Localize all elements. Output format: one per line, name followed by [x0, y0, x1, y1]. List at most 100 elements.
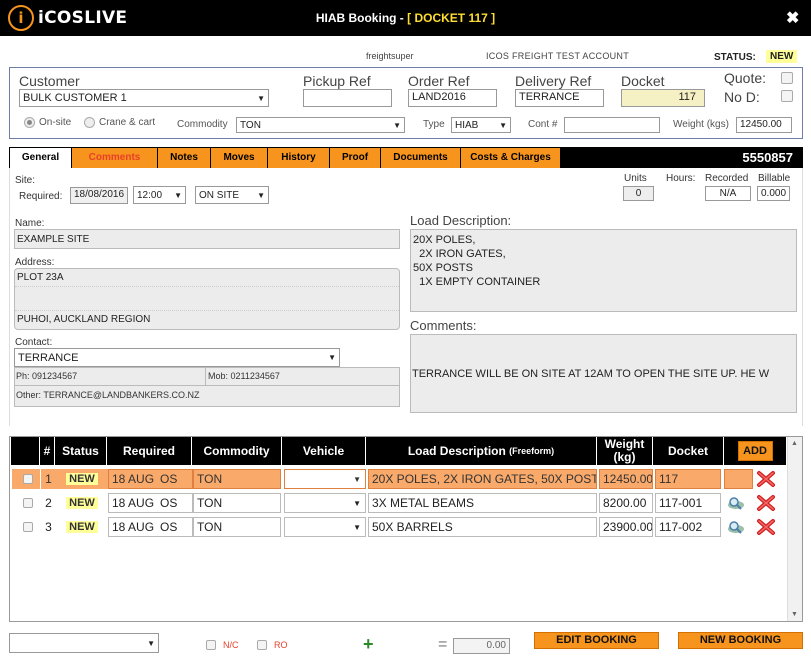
tab-proof[interactable]: Proof	[330, 148, 381, 168]
comments-label: Comments:	[410, 318, 477, 333]
load-description-label: Load Description:	[410, 213, 512, 228]
order-ref-input[interactable]: LAND2016	[408, 89, 497, 107]
ro-label: RO	[274, 640, 288, 650]
pickup-ref-input[interactable]	[303, 89, 392, 107]
onsite-option[interactable]: On-site	[24, 117, 71, 128]
delete-icon[interactable]	[756, 518, 776, 536]
delete-icon[interactable]	[756, 494, 776, 512]
other-row: Other: TERRANCE@LANDBANKERS.CO.NZ	[16, 390, 200, 400]
close-icon[interactable]: ✖	[786, 8, 799, 28]
mob-value[interactable]: 0211234567	[231, 371, 280, 381]
tab-costs-charges[interactable]: Costs & Charges	[461, 148, 561, 168]
cell-vehicle[interactable]: ▼	[284, 469, 366, 489]
comments-textarea[interactable]: TERRANCE WILL BE ON SITE AT 12AM TO OPEN…	[410, 334, 797, 413]
cell-weight: 8200.00	[599, 493, 653, 513]
cell-vehicle[interactable]: ▼	[284, 493, 366, 513]
tab-history[interactable]: History	[268, 148, 330, 168]
billable-value[interactable]: 0.000	[757, 186, 790, 201]
weight-label: Weight (kgs)	[673, 119, 729, 130]
chevron-down-icon: ▼	[174, 190, 182, 200]
cell-weight: 23900.00	[599, 517, 653, 537]
table-row[interactable]: 2 NEW 18 AUG OS TON ▼ 3X METAL BEAMS 8200.00 117…	[11, 491, 785, 515]
magnify-icon[interactable]	[727, 519, 745, 535]
row-checkbox[interactable]	[22, 522, 33, 532]
cell-status: NEW	[56, 469, 108, 489]
cranecart-option[interactable]: Crane & cart	[84, 117, 155, 128]
cranecart-radio[interactable]	[84, 117, 95, 128]
cell-commodity: TON	[193, 517, 281, 537]
units-label: Units	[624, 173, 647, 184]
tab-comments[interactable]: Comments	[72, 148, 158, 168]
cell-weight: 12450.00	[599, 469, 653, 489]
quote-checkbox[interactable]	[781, 72, 793, 84]
required-time-select[interactable]: 12:00 ▼	[133, 186, 186, 204]
table-scrollbar[interactable]: ▲ ▼	[787, 437, 802, 621]
cell-load: 20X POLES, 2X IRON GATES, 50X POSTS	[368, 469, 597, 489]
ro-option[interactable]: RO	[257, 640, 288, 650]
title-bar: i iCOSLIVE HIAB Booking - [ DOCKET 117 ]…	[0, 0, 811, 36]
nc-checkbox[interactable]	[206, 640, 216, 650]
tab-documents[interactable]: Documents	[381, 148, 461, 168]
col-vehicle: Vehicle	[282, 437, 366, 465]
status-badge: NEW	[766, 50, 798, 63]
type-select[interactable]: HIAB ▼	[451, 117, 511, 133]
tab-notes[interactable]: Notes	[158, 148, 211, 168]
cell-status: NEW	[56, 517, 108, 537]
add-charge-icon[interactable]: +	[363, 634, 374, 655]
other-value[interactable]: TERRANCE@LANDBANKERS.CO.NZ	[43, 390, 199, 400]
customer-select[interactable]: BULK CUSTOMER 1 ▼	[19, 89, 269, 107]
nod-checkbox[interactable]	[781, 90, 793, 102]
table-row[interactable]: 1 NEW 18 AUG OS TON ▼ 20X POLES, 2X IRON GATES…	[11, 467, 785, 491]
required-site: OS	[160, 472, 178, 486]
address-field[interactable]: PLOT 23A PUHOI, AUCKLAND REGION	[14, 268, 400, 330]
required-site: OS	[160, 496, 178, 510]
recorded-label: Recorded	[705, 173, 749, 184]
contact-select[interactable]: TERRANCE ▼	[14, 348, 340, 367]
magnify-icon[interactable]	[727, 495, 745, 511]
row-checkbox[interactable]	[22, 498, 33, 508]
required-time-value: 12:00	[137, 189, 163, 201]
ph-value[interactable]: 091234567	[32, 371, 77, 381]
delete-icon[interactable]	[756, 470, 776, 488]
cell-vehicle[interactable]: ▼	[284, 517, 366, 537]
contact-label: Contact:	[15, 337, 53, 348]
scroll-down-icon[interactable]: ▼	[791, 611, 798, 618]
total-field: 0.00	[453, 638, 510, 654]
onsite-radio[interactable]	[24, 117, 35, 128]
required-date-input[interactable]: 18/08/2016	[70, 187, 128, 204]
weight-input[interactable]: 12450.00	[736, 117, 792, 133]
delivery-ref-input[interactable]: TERRANCE	[515, 89, 604, 107]
tab-general[interactable]: General	[10, 148, 72, 168]
edit-booking-button[interactable]: EDIT BOOKING	[534, 632, 659, 649]
load-description-text: 20X POLES, 2X IRON GATES, 50X POSTS 1X EM…	[413, 233, 794, 289]
table-row[interactable]: 3 NEW 18 AUG OS TON ▼ 50X BARRELS 23900.00 117-0…	[11, 515, 785, 539]
cell-commodity: TON	[193, 493, 281, 513]
nc-option[interactable]: N/C	[206, 640, 239, 650]
col-load-description: Load Description (Freeform)	[366, 437, 597, 465]
col-commodity: Commodity	[192, 437, 282, 465]
mob-label: Mob:	[208, 371, 229, 381]
commodity-select[interactable]: TON ▼	[236, 117, 405, 133]
load-description-line: 20X POLES,	[413, 234, 476, 246]
site-status-select[interactable]: ON SITE ▼	[195, 186, 269, 204]
delivery-ref-label: Delivery Ref	[515, 73, 592, 89]
cont-input[interactable]	[564, 117, 660, 133]
required-date: 18 AUG	[112, 496, 155, 510]
site-status-value: ON SITE	[199, 189, 240, 201]
name-field[interactable]: EXAMPLE SITE	[14, 229, 400, 249]
row-checkbox[interactable]	[22, 474, 33, 484]
ro-checkbox[interactable]	[257, 640, 267, 650]
pickup-ref-label: Pickup Ref	[303, 73, 371, 89]
nc-label: N/C	[223, 640, 239, 650]
load-description-textarea[interactable]: 20X POLES, 2X IRON GATES, 50X POSTS 1X EM…	[410, 229, 797, 312]
tab-moves[interactable]: Moves	[211, 148, 268, 168]
required-label: Required:	[19, 191, 63, 202]
chevron-down-icon: ▼	[257, 93, 265, 103]
add-button[interactable]: ADD	[737, 441, 773, 461]
window-title: HIAB Booking - [ DOCKET 117 ]	[0, 11, 811, 25]
new-booking-button[interactable]: NEW BOOKING	[678, 632, 803, 649]
action-select[interactable]: ▼	[9, 633, 159, 653]
cell-required: 18 AUG OS	[108, 469, 193, 489]
scroll-up-icon[interactable]: ▲	[791, 440, 798, 447]
contact-value: TERRANCE	[18, 351, 79, 364]
